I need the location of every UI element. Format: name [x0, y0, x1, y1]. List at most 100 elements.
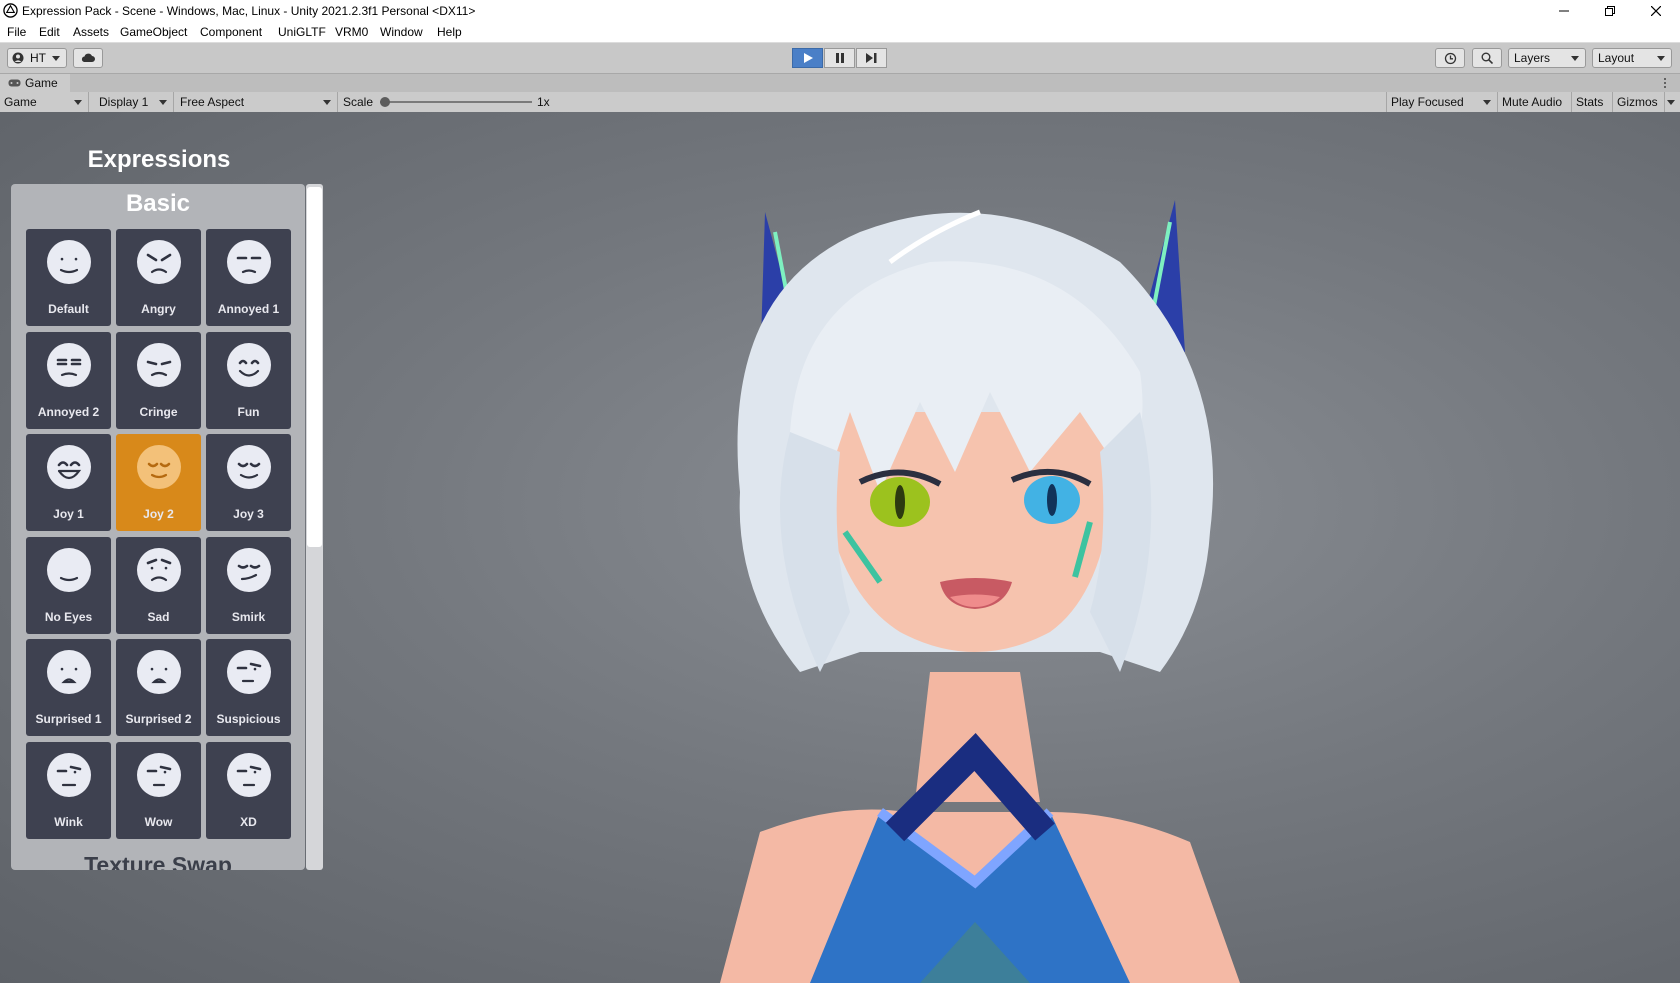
step-button[interactable]: [856, 48, 887, 68]
face-icon: [137, 342, 181, 387]
expression-button-joy-3[interactable]: Joy 3: [206, 434, 291, 531]
expression-button-sad[interactable]: Sad: [116, 536, 201, 634]
expression-button-wink[interactable]: Wink: [26, 741, 111, 839]
mute-audio-label: Mute Audio: [1502, 95, 1563, 109]
game-viewport[interactable]: Expressions Basic Default Angry Annoyed 1 A…: [0, 112, 1680, 983]
view-select[interactable]: Game: [0, 92, 89, 112]
play-button[interactable]: [792, 48, 823, 68]
expression-label: Wow: [144, 814, 173, 829]
expression-button-xd[interactable]: XD: [206, 741, 291, 839]
face-icon: [227, 650, 271, 694]
expression-button-joy-1[interactable]: Joy 1: [26, 434, 111, 531]
search-icon: [1481, 52, 1493, 64]
search-button[interactable]: [1472, 48, 1502, 68]
chevron-down-icon: [74, 100, 82, 105]
pause-button[interactable]: [824, 48, 855, 68]
scale-label: Scale: [343, 95, 374, 109]
step-icon: [866, 53, 877, 63]
layout-dropdown[interactable]: Layout: [1592, 48, 1672, 68]
chevron-down-icon: [159, 100, 167, 105]
expression-label: Sad: [147, 609, 170, 624]
face-icon: [47, 752, 91, 797]
more-options-icon[interactable]: [1663, 77, 1667, 89]
cloud-button[interactable]: [73, 48, 103, 68]
mute-audio-toggle[interactable]: Mute Audio: [1498, 92, 1572, 112]
play-focused-select[interactable]: Play Focused: [1386, 92, 1498, 112]
scale-slider-handle[interactable]: [380, 97, 390, 107]
expression-label: Default: [48, 302, 89, 316]
face-icon: [227, 752, 271, 797]
account-dropdown[interactable]: HT: [7, 48, 67, 68]
expression-button-angry[interactable]: Angry: [116, 229, 201, 326]
face-icon: [137, 445, 181, 489]
expression-label: No Eyes: [44, 609, 93, 624]
menu-component[interactable]: Component: [200, 25, 262, 39]
expression-label: Smirk: [231, 609, 266, 624]
chevron-down-icon: [323, 100, 331, 105]
expression-button-surprised-1[interactable]: Surprised 1: [26, 639, 111, 736]
display-select-label: Display 1: [99, 95, 149, 109]
expression-label: Suspicious: [216, 712, 281, 726]
gizmos-toggle[interactable]: Gizmos: [1613, 92, 1665, 112]
expression-button-joy-2[interactable]: Joy 2: [116, 434, 201, 531]
menu-file[interactable]: File: [7, 25, 26, 39]
layers-dropdown[interactable]: Layers: [1508, 48, 1586, 68]
section-basic-title: Basic: [125, 190, 191, 217]
menu-gameobject[interactable]: GameObject: [120, 25, 187, 39]
face-icon: [227, 342, 271, 387]
stats-toggle[interactable]: Stats: [1572, 92, 1613, 112]
play-icon: [803, 53, 813, 63]
play-focused-label: Play Focused: [1391, 95, 1464, 109]
scale-slider-track[interactable]: [380, 101, 532, 103]
face-icon: [47, 445, 91, 489]
expression-label: Joy 1: [53, 507, 84, 521]
expression-button-wow[interactable]: Wow: [116, 741, 201, 839]
expression-button-cringe[interactable]: Cringe: [116, 331, 201, 429]
window-title: Expression Pack - Scene - Windows, Mac, …: [22, 4, 476, 18]
game-tab-bar: Game: [0, 74, 1680, 92]
playback-controls: [792, 48, 887, 68]
menu-help[interactable]: Help: [437, 25, 462, 39]
face-icon: [137, 547, 181, 592]
display-select[interactable]: Display 1: [95, 92, 174, 112]
expression-button-default[interactable]: Default: [26, 229, 111, 326]
face-icon: [47, 650, 91, 694]
expression-button-annoyed-2[interactable]: Annoyed 2: [26, 331, 111, 429]
history-button[interactable]: [1435, 48, 1465, 68]
close-icon: [1651, 6, 1661, 16]
expressions-panel: Basic Default Angry Annoyed 1 Annoyed 2 Crin…: [11, 184, 305, 870]
menu-assets[interactable]: Assets: [73, 25, 109, 39]
face-icon: [137, 650, 181, 694]
expression-button-annoyed-1[interactable]: Annoyed 1: [206, 229, 291, 326]
gizmos-label: Gizmos: [1617, 95, 1658, 109]
menu-uniGLTF[interactable]: UniGLTF: [278, 25, 326, 39]
close-button[interactable]: [1633, 0, 1679, 22]
gamepad-icon: [8, 79, 21, 87]
expression-button-smirk[interactable]: Smirk: [206, 536, 291, 634]
expression-button-suspicious[interactable]: Suspicious: [206, 639, 291, 736]
view-select-label: Game: [4, 95, 37, 109]
chevron-down-icon: [1571, 56, 1579, 61]
main-toolbar: HT Layers Layout: [0, 43, 1680, 74]
expression-button-fun[interactable]: Fun: [206, 331, 291, 429]
restore-button[interactable]: [1587, 0, 1633, 22]
gizmos-menu-chevron-icon[interactable]: [1667, 100, 1675, 105]
expression-label: Surprised 2: [125, 712, 192, 726]
face-icon: [137, 752, 181, 797]
expression-label: XD: [240, 814, 257, 829]
panel-scrollbar-thumb[interactable]: [307, 187, 322, 547]
menu-window[interactable]: Window: [380, 25, 423, 39]
expression-label: Annoyed 1: [217, 302, 280, 316]
stats-label: Stats: [1576, 95, 1604, 109]
minimize-button[interactable]: [1541, 0, 1587, 22]
expression-button-no-eyes[interactable]: No Eyes: [26, 536, 111, 634]
tab-game[interactable]: Game: [0, 74, 70, 92]
aspect-select[interactable]: Free Aspect: [176, 92, 338, 112]
layers-label: Layers: [1514, 51, 1551, 65]
face-icon: [47, 240, 91, 284]
expression-button-surprised-2[interactable]: Surprised 2: [116, 639, 201, 736]
chevron-down-icon: [1483, 100, 1491, 105]
menu-edit[interactable]: Edit: [39, 25, 60, 39]
account-label: HT: [30, 51, 46, 65]
menu-vrm0[interactable]: VRM0: [335, 25, 368, 39]
